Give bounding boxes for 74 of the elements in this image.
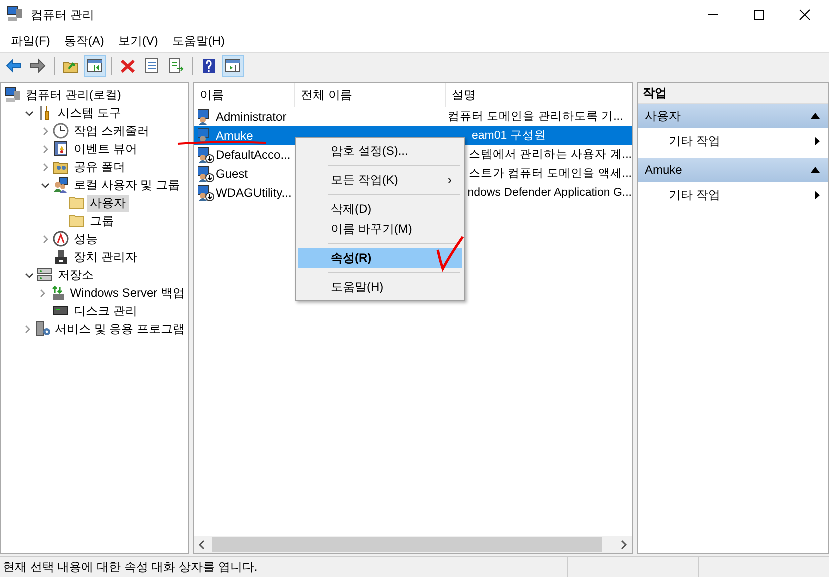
tree-item[interactable]: 로컬 사용자 및 그룹 [71,176,184,194]
action-link[interactable]: 기타 작업 [638,182,828,208]
menu-item[interactable]: 암호 설정(S)... [298,141,462,161]
gauge-icon [53,231,69,247]
menu-item[interactable]: 파일(F) [4,32,58,50]
column-header[interactable]: 이름 [194,83,295,107]
check-mark [435,234,465,272]
user-description: ndows Defender Application G... [466,186,632,198]
maximize-icon[interactable] [753,9,765,21]
storage-icon [37,267,53,283]
menu-item[interactable]: 속성(R) [298,248,462,268]
user-name[interactable]: Amuke [216,128,254,142]
user-description: 스템에서 관리하는 사용자 계... [468,148,632,162]
user-name[interactable]: Administrator [216,110,287,124]
delete-icon [120,58,136,74]
collapse-icon[interactable] [811,167,820,173]
tree-item[interactable]: Windows Server 백업 [67,284,188,302]
tree-item[interactable]: 장치 관리자 [71,248,140,266]
toolbar-button[interactable] [84,55,106,77]
column-header[interactable]: 전체 이름 [295,83,446,107]
folder-icon [69,213,85,229]
services-icon [35,321,52,337]
menu-item[interactable]: 이름 바꾸기(M) [298,219,462,239]
actions-header: 작업 [638,83,828,104]
actions-section-header[interactable]: 사용자 [638,104,828,128]
properties-icon [144,58,160,74]
scrollbar-thumb[interactable] [212,537,602,552]
column-header[interactable]: 설명 [446,83,632,107]
tree-item[interactable]: 공유 폴더 [71,158,128,176]
tree-item[interactable]: 성능 [71,230,101,248]
toolbar-button[interactable] [222,55,244,77]
submenu-arrow-icon [815,136,820,146]
user-description: 스트가 컴퓨터 도메인을 액세... [468,167,632,181]
clock-icon [53,123,69,139]
user-description: 컴퓨터 도메인을 관리하도록 기... [448,110,624,124]
collapse-icon[interactable] [811,113,820,119]
horizontal-scrollbar[interactable] [194,536,632,553]
panel-icon [225,58,241,74]
window-title: 컴퓨터 관리 [31,6,94,24]
computer-icon [7,6,23,22]
tree-item[interactable]: 저장소 [55,266,97,284]
scroll-right-icon[interactable] [620,540,628,550]
folder-icon [69,195,85,211]
back-arrow-icon [6,58,22,74]
panel-icon [87,58,103,74]
tree-item[interactable]: 사용자 [87,194,129,212]
menu-item[interactable]: 동작(A) [57,32,112,50]
menu-item[interactable]: 삭제(D) [298,199,462,219]
tree-item[interactable]: 작업 스케줄러 [71,122,152,140]
submenu-arrow-icon [815,190,820,200]
tree-item[interactable]: 디스크 관리 [71,302,140,320]
scroll-left-icon[interactable] [198,540,206,550]
menu-item[interactable]: 모든 작업(K) › [298,170,462,190]
tree-item[interactable]: 이벤트 뷰어 [71,140,140,158]
event-log-icon [53,141,69,157]
backup-icon [50,285,66,301]
menu-item[interactable]: 보기(V) [111,32,166,50]
actions-section-header[interactable]: Amuke [638,158,828,182]
forward-arrow-icon [30,58,46,74]
tree-item[interactable]: 그룹 [87,212,117,230]
close-icon[interactable] [799,9,811,21]
menu-item[interactable]: 도움말(H) [165,32,232,50]
action-link[interactable]: 기타 작업 [638,128,828,154]
help-icon [201,58,217,74]
status-text: 현재 선택 내용에 대한 속성 대화 상자를 엽니다. [2,558,259,576]
computer-icon [5,87,21,103]
tree-item[interactable]: 서비스 및 응용 프로그램 [52,320,188,338]
tree-item[interactable]: 컴퓨터 관리(로컬) [23,86,124,104]
export-list-icon [168,58,184,74]
tree-item[interactable]: 시스템 도구 [55,104,124,122]
device-icon [53,249,69,265]
user-description: eam01 구성원 [471,129,546,143]
menu-item[interactable]: 도움말(H) [298,277,462,297]
users-icon [53,177,69,193]
